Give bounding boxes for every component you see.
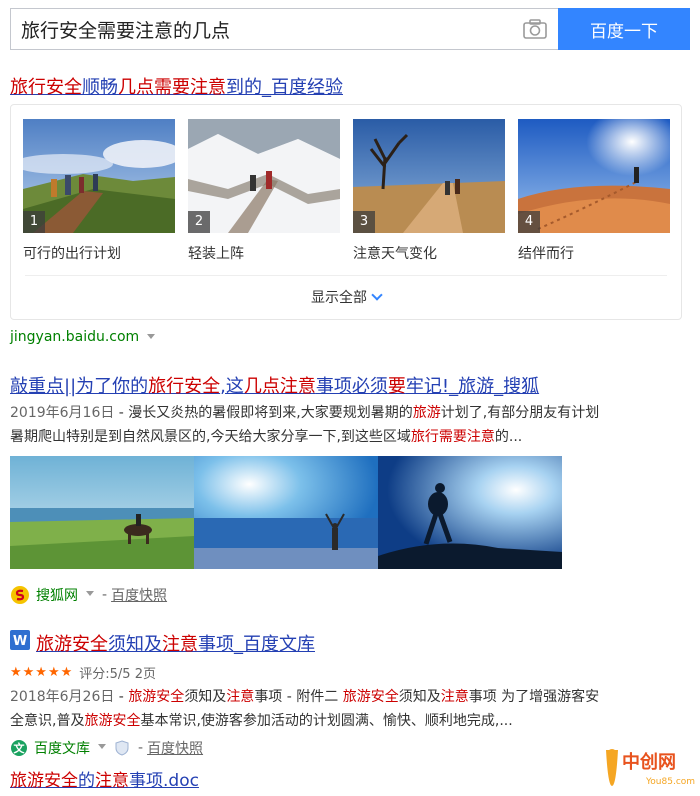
photo-strip <box>10 456 562 569</box>
source-row: 搜狐网 - 百度快照 <box>10 583 167 607</box>
thumbnail-number: 4 <box>518 211 540 233</box>
search-input[interactable] <box>10 8 558 50</box>
thumbnail-caption[interactable]: 可行的出行计划 <box>23 243 121 263</box>
snippet-text: 事项 为了增强游客安 <box>468 689 600 705</box>
result-date: 2018年6月26日 <box>10 689 115 705</box>
svg-text:You85.com: You85.com <box>645 777 695 787</box>
title-text: 到的_百度经验 <box>226 77 343 98</box>
title-highlight: 几点需要注意 <box>118 77 226 98</box>
svg-text:文: 文 <box>14 741 26 755</box>
caret-down-icon[interactable] <box>86 590 94 596</box>
snippet-text: 事项 - 附件二 <box>254 689 343 705</box>
source-name[interactable]: 百度文库 <box>34 738 90 758</box>
title-text: 须知及 <box>108 634 162 655</box>
word-doc-icon: W <box>10 630 30 650</box>
snippet-line: 全意识,普及旅游安全基本常识,使游客参加活动的计划圆满、愉快、顺利地完成,... <box>10 709 692 733</box>
separator: - <box>138 740 144 756</box>
svg-text:中创网: 中创网 <box>622 751 676 773</box>
thumbnail-caption[interactable]: 轻装上阵 <box>188 243 244 263</box>
title-highlight: 几点注意 <box>243 376 316 397</box>
photo-lake-arms[interactable] <box>194 456 378 569</box>
snippet-text: 基本常识,使游客参加活动的计划圆满、愉快、顺利地完成,... <box>140 713 513 729</box>
source-name[interactable]: 搜狐网 <box>36 585 78 605</box>
snippet-highlight: 注意 <box>440 689 469 705</box>
thumbnail-number: 3 <box>353 211 375 233</box>
title-text: 事项必须 <box>315 376 388 397</box>
camera-icon[interactable] <box>522 18 548 40</box>
snippet-line: 2018年6月26日 - 旅游安全须知及注意事项 - 附件二 旅游安全须知及注意… <box>10 685 692 709</box>
snippet-line: 暑期爬山特别是到自然风景区的,今天给大家分享一下,到这些区域旅行需要注意的... <box>10 425 692 449</box>
thumbnail-1[interactable]: 1 <box>23 119 175 233</box>
snippet-text: - 漫长又炎热的暑假即将到来,大家要规划暑期的 <box>114 405 413 421</box>
title-highlight: 旅行安全 <box>10 77 82 98</box>
result-snippet: 2019年6月16日 - 漫长又炎热的暑假即将到来,大家要规划暑期的旅游计划了,… <box>10 401 692 449</box>
snippet-text: 须知及 <box>184 689 227 705</box>
snapshot-link[interactable]: 百度快照 <box>147 738 203 758</box>
shield-icon <box>114 740 130 756</box>
thumbnail-number: 1 <box>23 211 45 233</box>
title-text: 敲重点||为了你的 <box>10 376 149 397</box>
title-highlight: 注意 <box>95 771 129 791</box>
title-text: ,这 <box>220 376 244 397</box>
search-button[interactable]: 百度一下 <box>558 8 690 50</box>
photo-horse-rider[interactable] <box>10 456 194 569</box>
watermark-logo: 中创网 You85.com <box>602 742 696 792</box>
show-all-label: 显示全部 <box>311 290 367 306</box>
title-text: 牢记!_旅游_搜狐 <box>405 376 540 397</box>
thumbnail-4[interactable]: 4 <box>518 119 670 233</box>
chevron-down-icon <box>371 289 383 301</box>
title-text: 的 <box>78 771 95 791</box>
thumbnail-caption[interactable]: 注意天气变化 <box>353 243 437 263</box>
separator: - <box>102 587 108 603</box>
snippet-highlight: 旅游 <box>412 405 441 421</box>
title-text: 事项_百度文库 <box>198 634 315 655</box>
svg-text:W: W <box>13 634 27 649</box>
thumbnail-3[interactable]: 3 <box>353 119 505 233</box>
wenku-logo-icon: 文 <box>11 740 27 756</box>
thumbnail-caption[interactable]: 结伴而行 <box>518 243 574 263</box>
photo-hiker-silhouette[interactable] <box>378 456 562 569</box>
caret-down-icon[interactable] <box>98 743 106 749</box>
show-all-button[interactable]: 显示全部 <box>11 287 681 307</box>
caret-down-icon[interactable] <box>147 334 156 339</box>
snippet-highlight: 旅游安全 <box>128 689 185 705</box>
snippet-highlight: 注意 <box>226 689 255 705</box>
result-sublink-doc[interactable]: 旅游安全的注意事项.doc <box>10 766 199 791</box>
snapshot-link[interactable]: 百度快照 <box>111 585 167 605</box>
snippet-text: 计划了,有部分朋友有计划 <box>440 405 600 421</box>
result-snippet: 2018年6月26日 - 旅游安全须知及注意事项 - 附件二 旅游安全须知及注意… <box>10 685 692 733</box>
thumbnail-number: 2 <box>188 211 210 233</box>
thumbnail-2[interactable]: 2 <box>188 119 340 233</box>
snippet-text: 须知及 <box>398 689 441 705</box>
snippet-text: 的... <box>494 429 523 445</box>
snippet-line: 2019年6月16日 - 漫长又炎热的暑假即将到来,大家要规划暑期的旅游计划了,… <box>10 401 692 425</box>
title-highlight: 旅游安全 <box>36 634 108 655</box>
result-title-jingyan[interactable]: 旅行安全顺畅几点需要注意到的_百度经验 <box>10 73 343 99</box>
result-date: 2019年6月16日 <box>10 405 115 421</box>
source-row: 文 百度文库 - 百度快照 <box>10 736 203 760</box>
source-url[interactable]: jingyan.baidu.com <box>10 329 156 345</box>
card-divider <box>25 275 667 276</box>
snippet-highlight: 旅行需要注意 <box>410 429 495 445</box>
star-rating-icon: ★★★★★ <box>10 665 74 680</box>
title-highlight: 旅游安全 <box>10 771 78 791</box>
title-highlight: 注意 <box>162 634 198 655</box>
snippet-text: 全意识,普及 <box>10 713 85 729</box>
title-highlight: 旅行安全 <box>148 376 221 397</box>
title-text: 顺畅 <box>82 77 118 98</box>
jingyan-card: 1 可行的出行计划 2 轻装上阵 3 注意天气变化 4 结伴而行 显示全部 <box>10 104 682 320</box>
title-highlight: 要 <box>387 376 406 397</box>
snippet-text: 暑期爬山特别是到自然风景区的,今天给大家分享一下,到这些区域 <box>10 429 411 445</box>
result-title-sohu[interactable]: 敲重点||为了你的旅行安全,这几点注意事项必须要牢记!_旅游_搜狐 <box>10 372 539 398</box>
rating-row: ★★★★★ 评分:5/5 2页 <box>10 663 156 682</box>
source-url-text: jingyan.baidu.com <box>10 329 140 345</box>
snippet-highlight: 旅游安全 <box>342 689 399 705</box>
title-text: 事项.doc <box>129 771 199 791</box>
rating-text: 评分:5/5 2页 <box>79 667 156 682</box>
search-bar: 百度一下 <box>10 8 690 50</box>
result-title-wenku[interactable]: 旅游安全须知及注意事项_百度文库 <box>36 630 315 656</box>
snippet-text: - <box>114 689 129 705</box>
snippet-highlight: 旅游安全 <box>84 713 141 729</box>
sohu-logo-icon <box>11 586 29 604</box>
